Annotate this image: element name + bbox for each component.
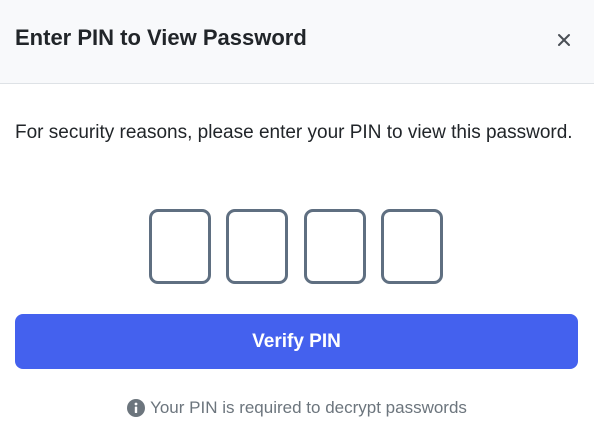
pin-digit-2[interactable]	[226, 209, 288, 284]
pin-digit-4[interactable]	[381, 209, 443, 284]
close-button[interactable]	[552, 28, 576, 52]
dialog-header: Enter PIN to View Password	[0, 0, 594, 84]
pin-input-group	[149, 209, 445, 284]
close-icon	[558, 34, 570, 46]
info-circle-icon	[127, 399, 146, 417]
pin-digit-3[interactable]	[304, 209, 366, 284]
dialog-title: Enter PIN to View Password	[15, 25, 307, 50]
pin-hint: Your PIN is required to decrypt password…	[0, 397, 594, 419]
pin-dialog: Enter PIN to View Password For security …	[0, 0, 594, 444]
dialog-body: For security reasons, please enter your …	[0, 85, 594, 444]
pin-digit-1[interactable]	[149, 209, 211, 284]
pin-hint-text: Your PIN is required to decrypt password…	[150, 398, 467, 417]
security-message: For security reasons, please enter your …	[15, 122, 573, 143]
verify-pin-button[interactable]: Verify PIN	[15, 314, 578, 369]
